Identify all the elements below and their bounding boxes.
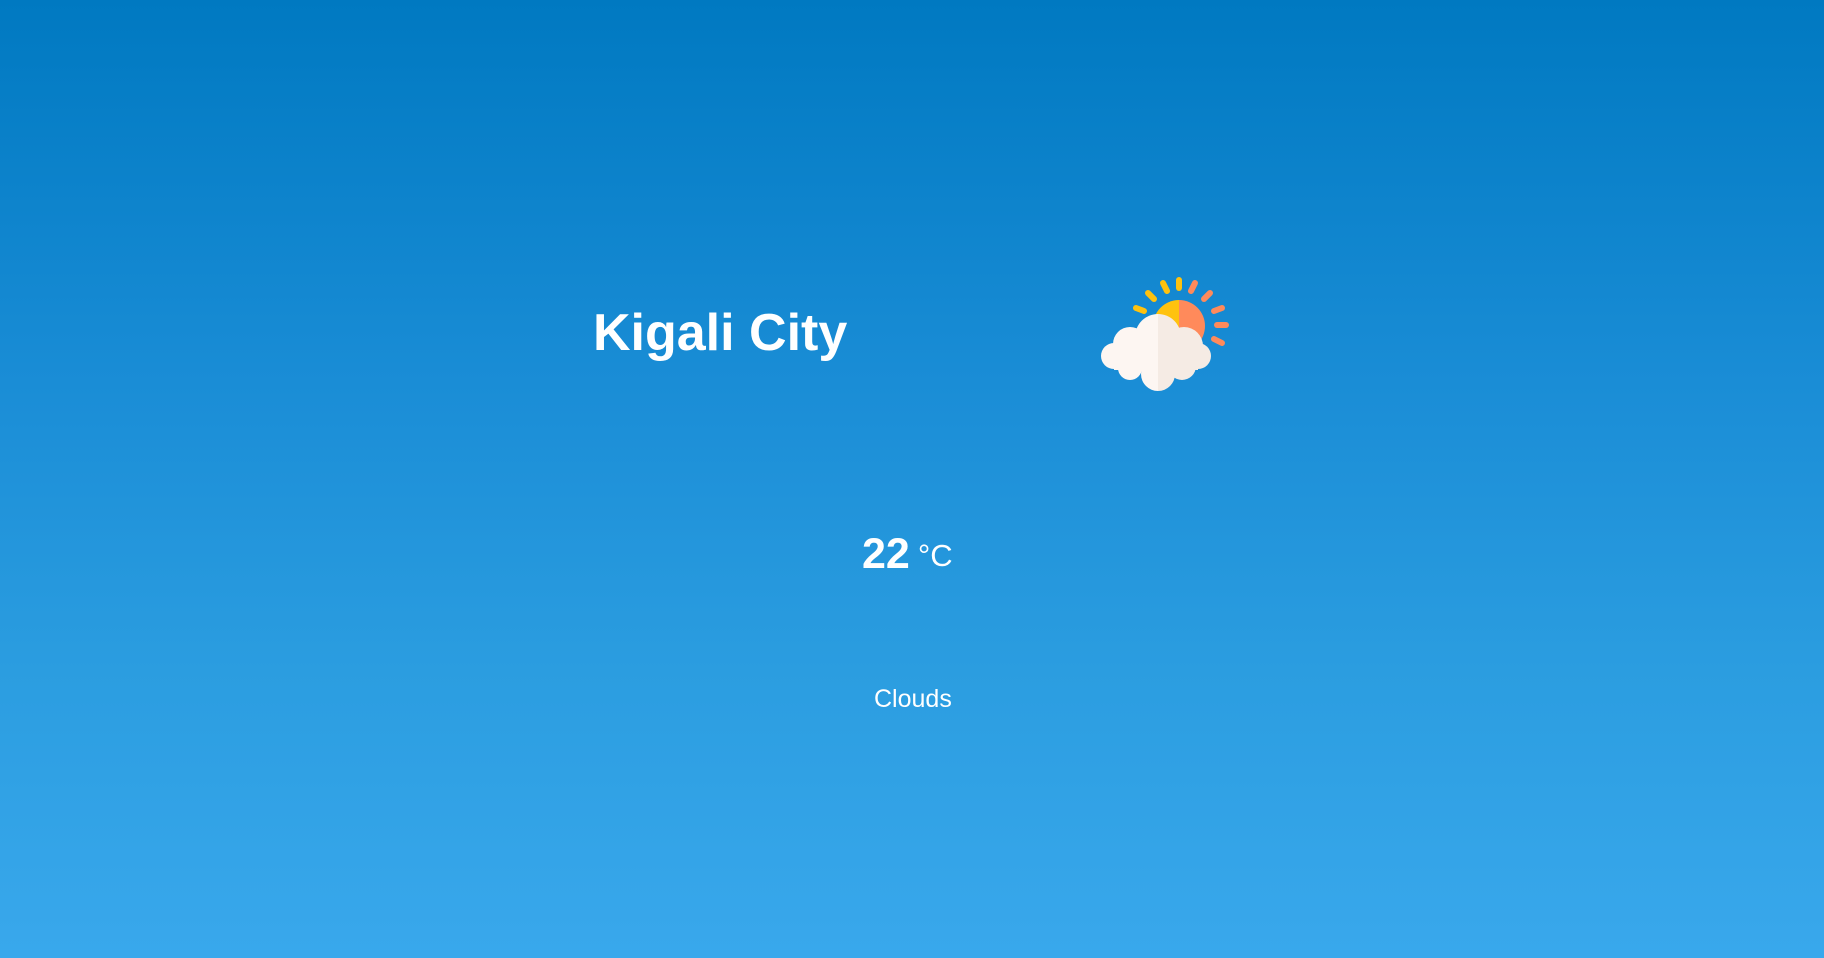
city-name: Kigali City xyxy=(593,304,848,362)
partly-cloudy-icon xyxy=(1101,277,1229,391)
temperature-unit: °C xyxy=(917,538,953,573)
temperature-value: 22 xyxy=(862,530,910,578)
weather-condition: Clouds xyxy=(874,685,952,713)
temperature-display: 22 °C xyxy=(862,530,953,588)
